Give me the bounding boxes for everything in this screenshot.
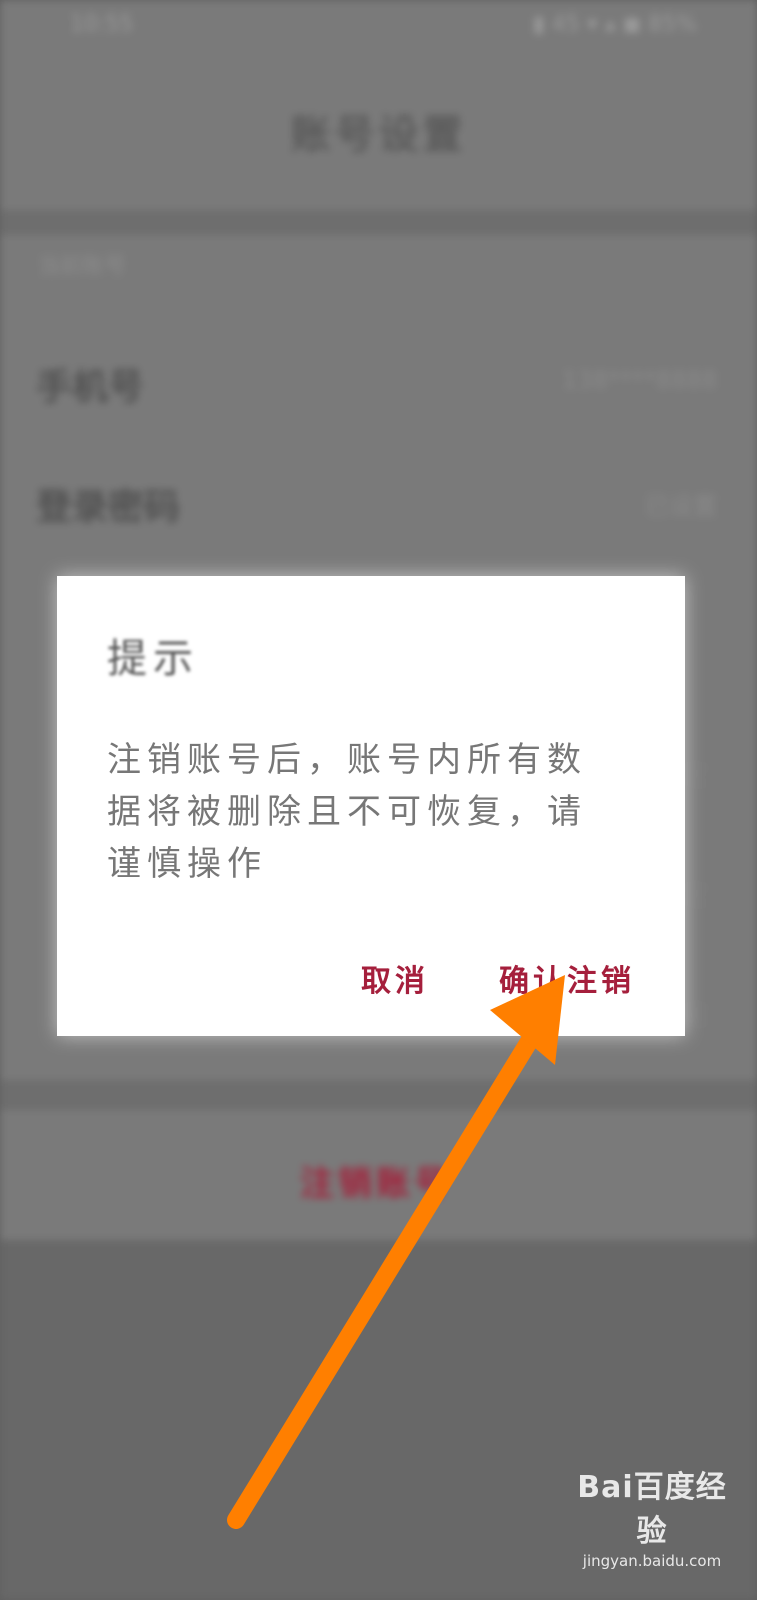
dialog-title: 提示 <box>107 636 199 682</box>
bottom-divider <box>0 1080 757 1110</box>
confirm-dialog: 提示 注销账号后，账号内所有数据将被删除且不可恢复，请谨慎操作 取消 确认注销 <box>57 576 685 1036</box>
cancel-button[interactable]: 取消 <box>361 956 429 1000</box>
section-divider <box>0 210 757 235</box>
deregister-account-button[interactable]: 注销账号 <box>300 1156 452 1205</box>
confirm-deregister-button[interactable]: 确认注销 <box>499 956 635 1000</box>
baidu-jingyan-watermark: Bai百度经验 jingyan.baidu.com <box>577 1462 727 1570</box>
status-time: 10:55 <box>70 12 134 37</box>
dialog-actions: 取消 确认注销 <box>361 956 635 1000</box>
phone-value: 138****8888 <box>562 366 717 394</box>
row-hint-3: 宅 <box>682 1001 709 1031</box>
status-bar: 10:55 ▮ 45 ▾ ▴ ◼ 85% <box>0 0 757 60</box>
password-label: 登录密码 <box>36 487 181 528</box>
phone-setting-row[interactable]: 手机号 138****8888 <box>0 320 757 440</box>
status-icons: ▮ 45 ▾ ▴ ◼ 85% <box>532 12 697 37</box>
page-title: 账号设置 <box>290 112 467 158</box>
row-hint-2: 定 <box>682 881 709 911</box>
watermark-logo: Bai百度经验 <box>577 1470 727 1549</box>
nav-bar: 账号设置 <box>0 60 757 210</box>
row-hint-1: 定 <box>682 761 709 791</box>
section-caption: 当前账号 <box>38 254 127 279</box>
password-setting-row[interactable]: 登录密码 已设置 <box>0 440 757 560</box>
watermark-url: jingyan.baidu.com <box>582 1552 722 1570</box>
dialog-message: 注销账号后，账号内所有数据将被删除且不可恢复，请谨慎操作 <box>107 740 587 884</box>
deregister-area[interactable]: 注销账号 <box>0 1120 757 1240</box>
phone-label: 手机号 <box>36 367 145 408</box>
password-value: 已设置 <box>645 492 717 520</box>
